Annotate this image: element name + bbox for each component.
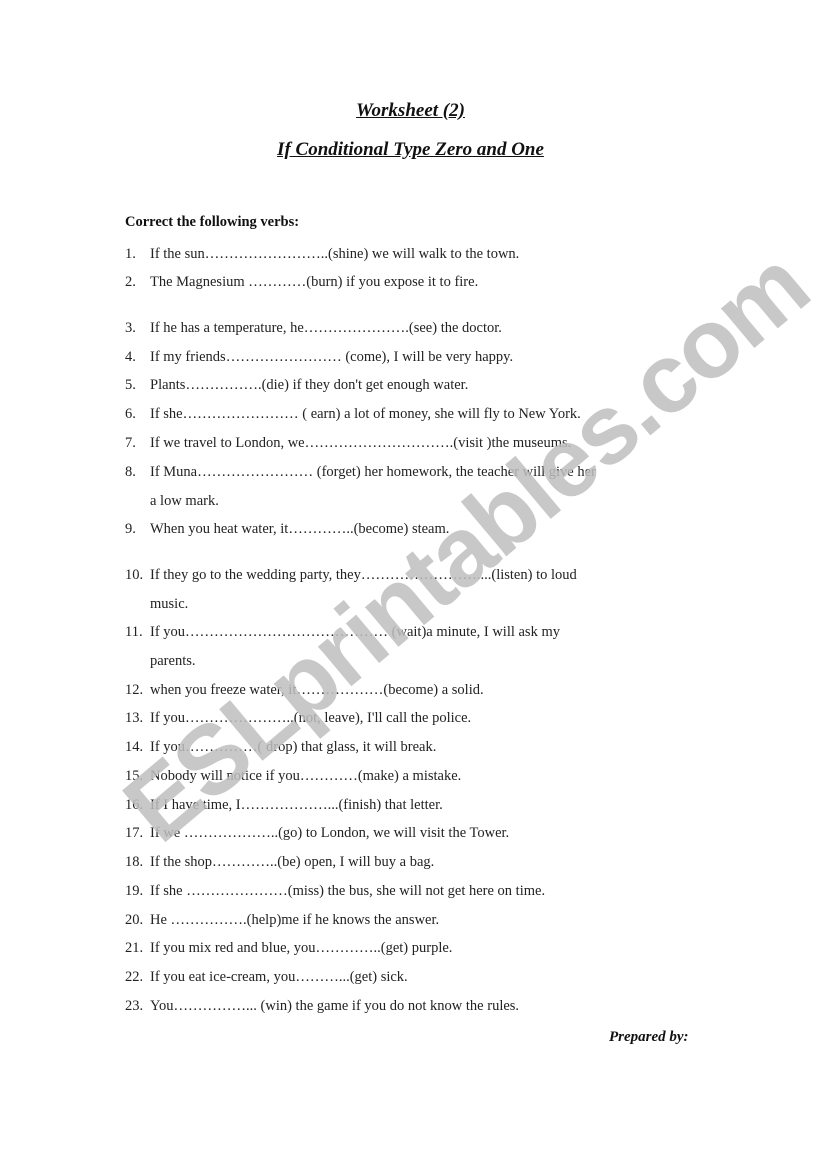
item-number: 4. bbox=[125, 349, 136, 365]
item-number: 1. bbox=[125, 246, 136, 262]
exercise-item: 17. If we ………………..(go) to London, we will… bbox=[125, 825, 509, 842]
item-number: 5. bbox=[125, 377, 136, 393]
item-text: If the sun……………………..(shine) we will walk… bbox=[150, 246, 520, 262]
exercise-item: 18. If the shop…………..(be) open, I will bu… bbox=[125, 854, 434, 871]
item-text: If we ………………..(go) to London, we will vi… bbox=[150, 825, 510, 841]
item-text: If we travel to London, we………………………….(vi… bbox=[150, 435, 572, 451]
item-number: 3. bbox=[125, 320, 136, 336]
item-text: Nobody will notice if you…………(make) a mi… bbox=[150, 768, 462, 784]
exercise-item: 6. If she…………………… ( earn) a lot of money,… bbox=[125, 406, 581, 423]
item-number: 13. bbox=[125, 710, 144, 726]
item-text: If she …………………(miss) the bus, she will n… bbox=[150, 883, 546, 899]
item-number: 19. bbox=[125, 883, 144, 899]
exercise-item: 2. The Magnesium …………(burn) if you expose… bbox=[125, 274, 478, 291]
item-number: 23. bbox=[125, 998, 144, 1014]
exercise-item: 5. Plants…………….(die) if they don't get en… bbox=[125, 377, 468, 394]
item-text: If I have time, I………………...(finish) that … bbox=[150, 797, 443, 813]
exercise-item: 7. If we travel to London, we………………………….(… bbox=[125, 435, 571, 452]
item-text: Plants…………….(die) if they don't get enou… bbox=[150, 377, 469, 393]
item-text: If they go to the wedding party, they………… bbox=[150, 567, 577, 583]
item-text: If Muna…………………… (forget) her homework, t… bbox=[150, 464, 596, 480]
exercise-item: 1. If the sun……………………..(shine) we will wa… bbox=[125, 246, 519, 263]
item-text: If you…………………………………… (wait)a minute, I w… bbox=[150, 624, 560, 640]
exercise-item: 9. When you heat water, it…………..(become) … bbox=[125, 521, 449, 538]
exercise-item: 23. You……………... (win) the game if you do … bbox=[125, 998, 519, 1015]
item-number: 9. bbox=[125, 521, 136, 537]
item-text-continuation: a low mark. bbox=[150, 493, 219, 509]
item-number: 18. bbox=[125, 854, 144, 870]
item-number: 22. bbox=[125, 969, 144, 985]
worksheet-title: Worksheet (2) bbox=[356, 100, 465, 121]
item-number: 21. bbox=[125, 940, 144, 956]
exercise-item: 13. If you…………………..(not, leave), I'll cal… bbox=[125, 710, 471, 727]
item-text: when you freeze water, it………………(become) … bbox=[150, 682, 484, 698]
exercise-item: 12. when you freeze water, it………………(becom… bbox=[125, 682, 484, 699]
item-number: 17. bbox=[125, 825, 144, 841]
item-number: 7. bbox=[125, 435, 136, 451]
item-text: If the shop…………..(be) open, I will buy a… bbox=[150, 854, 435, 870]
exercise-item: 8. If Muna…………………… (forget) her homework,… bbox=[125, 464, 596, 481]
item-number: 15. bbox=[125, 768, 144, 784]
exercise-item: 15. Nobody will notice if you…………(make) a… bbox=[125, 768, 461, 785]
item-number: 8. bbox=[125, 464, 136, 480]
worksheet-subtitle: If Conditional Type Zero and One bbox=[277, 139, 544, 160]
exercise-item: 14. If you……………( drop) that glass, it wil… bbox=[125, 739, 436, 756]
item-text: If you……………( drop) that glass, it will b… bbox=[150, 739, 437, 755]
item-number: 16. bbox=[125, 797, 144, 813]
item-text: If you eat ice-cream, you………...(get) sic… bbox=[150, 969, 408, 985]
item-text: He …………….(help)me if he knows the answer… bbox=[150, 912, 440, 928]
item-number: 2. bbox=[125, 274, 136, 290]
instruction-heading: Correct the following verbs: bbox=[125, 214, 300, 230]
exercise-item: 4. If my friends…………………… (come), I will b… bbox=[125, 349, 513, 366]
item-number: 20. bbox=[125, 912, 144, 928]
item-text: If you…………………..(not, leave), I'll call t… bbox=[150, 710, 472, 726]
exercise-item: 22. If you eat ice-cream, you………...(get) … bbox=[125, 969, 408, 986]
item-text: When you heat water, it…………..(become) st… bbox=[150, 521, 450, 537]
exercise-item: 21. If you mix red and blue, you…………..(ge… bbox=[125, 940, 452, 957]
item-text: If she…………………… ( earn) a lot of money, s… bbox=[150, 406, 581, 422]
item-text: You……………... (win) the game if you do not… bbox=[150, 998, 520, 1014]
item-text: If he has a temperature, he………………….(see)… bbox=[150, 320, 502, 336]
item-number: 14. bbox=[125, 739, 144, 755]
item-text: If my friends…………………… (come), I will be … bbox=[150, 349, 514, 365]
item-number: 11. bbox=[125, 624, 143, 640]
exercise-item: 10. If they go to the wedding party, they… bbox=[125, 567, 577, 584]
item-text: If you mix red and blue, you…………..(get) … bbox=[150, 940, 453, 956]
item-text-continuation: music. bbox=[150, 596, 189, 612]
item-number: 10. bbox=[125, 567, 144, 583]
exercise-item: 16. If I have time, I………………...(finish) th… bbox=[125, 797, 443, 814]
item-text: The Magnesium …………(burn) if you expose i… bbox=[150, 274, 479, 290]
exercise-item: 3. If he has a temperature, he………………….(se… bbox=[125, 320, 502, 337]
item-number: 6. bbox=[125, 406, 136, 422]
prepared-by-label: Prepared by: bbox=[609, 1029, 689, 1045]
exercise-item: 20. He …………….(help)me if he knows the ans… bbox=[125, 912, 439, 929]
exercise-item: 11. If you…………………………………… (wait)a minute, … bbox=[125, 624, 560, 641]
item-text-continuation: parents. bbox=[150, 653, 196, 669]
item-number: 12. bbox=[125, 682, 144, 698]
exercise-item: 19. If she …………………(miss) the bus, she wil… bbox=[125, 883, 545, 900]
